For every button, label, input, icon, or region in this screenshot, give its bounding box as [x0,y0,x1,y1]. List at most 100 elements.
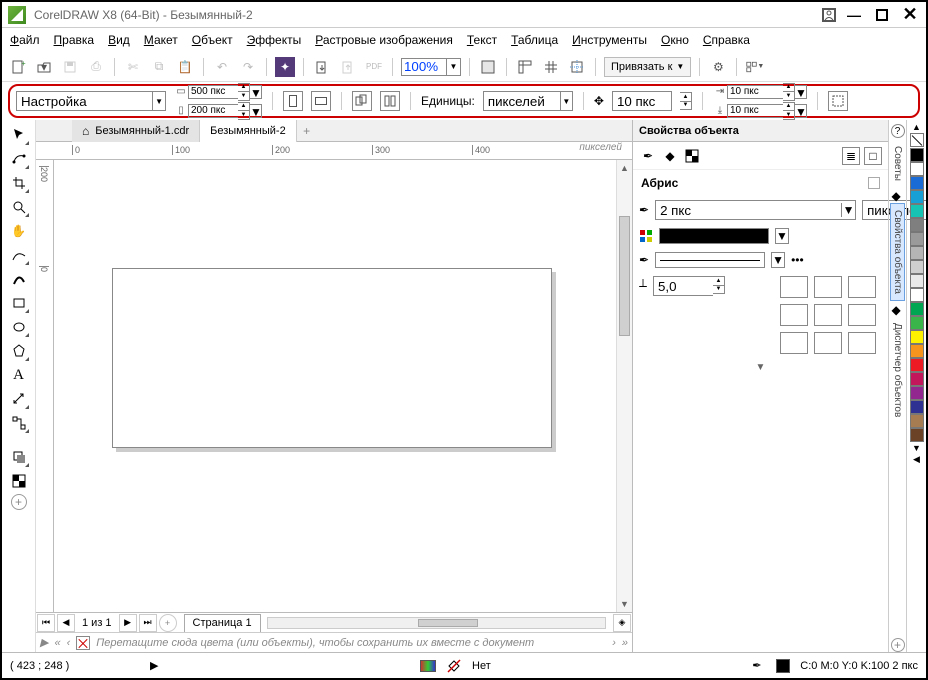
horizontal-scrollbar[interactable] [267,617,606,629]
portrait-button[interactable] [283,91,303,111]
menu-layout[interactable]: Макет [144,33,178,47]
add-page-button[interactable]: + [159,614,177,632]
drop-shadow-tool-icon[interactable] [8,446,30,468]
vertical-scrollbar[interactable]: ▲ ▼ [616,160,632,612]
snap-to-button[interactable]: Привязать к▼ [604,57,691,77]
object-manager-tab[interactable]: Диспетчер объектов [891,317,904,423]
nudge-spinner[interactable]: ▲▼ [680,92,692,110]
color-palette[interactable]: ▲ ▼ ◀ [906,120,926,652]
outline-width-input[interactable] [656,201,841,219]
units-input[interactable] [484,92,560,110]
menu-view[interactable]: Вид [108,33,130,47]
connector-tool-icon[interactable] [8,412,30,434]
color-swatch[interactable] [910,330,924,344]
outline-color-dropdown[interactable]: ▼ [775,228,789,244]
add-tab-button[interactable]: + [297,122,317,140]
outline-indicator-icon[interactable]: ✒ [752,659,766,673]
document-palette[interactable]: ▶«‹ Перетащите сюда цвета (или объекты),… [36,632,632,652]
tab-mode-icon[interactable]: □ [864,147,882,165]
cap-square-button[interactable] [848,304,876,326]
first-page-button[interactable]: ⏮ [37,614,55,632]
doc-tab-2[interactable]: Безымянный-2 [200,120,297,142]
color-proof-icon[interactable] [420,660,436,672]
nav-zoom-button[interactable]: ◈ [613,614,631,632]
outline-section-title[interactable]: Абрис [633,170,888,196]
dup-x-field[interactable]: 10 пкс [727,85,783,99]
status-flyout-icon[interactable]: ▶ [150,659,158,672]
color-swatch[interactable] [910,204,924,218]
pick-tool-icon[interactable] [8,124,30,146]
color-swatch[interactable] [910,316,924,330]
outline-style-dropdown[interactable]: ▼ [771,252,785,268]
artistic-media-tool-icon[interactable] [8,268,30,290]
cut-icon[interactable]: ✄ [123,57,143,77]
menu-help[interactable]: Справка [703,33,750,47]
corner-bevel-button[interactable] [848,276,876,298]
color-swatch[interactable] [910,372,924,386]
no-color-swatch[interactable] [76,636,90,650]
text-tool-icon[interactable]: A [8,364,30,386]
current-page-button[interactable] [380,91,400,111]
color-swatch[interactable] [910,358,924,372]
shape-tool-icon[interactable] [8,148,30,170]
outline-color-indicator[interactable] [776,659,790,673]
pos-center-button[interactable] [814,332,842,354]
cap-butt-button[interactable] [780,304,808,326]
drawing-canvas[interactable] [54,160,616,612]
page-width-spinner[interactable]: ▲▼ [238,83,250,101]
all-pages-button[interactable] [352,91,372,111]
last-page-button[interactable]: ⏭ [139,614,157,632]
print-icon[interactable]: ⎙ [86,57,106,77]
outline-width-combo[interactable]: ▼ [655,200,856,220]
user-account-icon[interactable] [822,8,836,22]
menu-object[interactable]: Объект [192,33,233,47]
close-button[interactable]: ✕ [900,6,920,24]
quick-customize-icon[interactable]: + [11,494,27,510]
corner-round-button[interactable] [814,276,842,298]
show-guides-icon[interactable] [567,57,587,77]
page-height-spinner[interactable]: ▲▼ [238,102,250,120]
ellipse-tool-icon[interactable] [8,316,30,338]
hints-tab[interactable]: Советы [891,140,904,187]
miter-limit-field[interactable] [653,276,713,296]
nudge-field[interactable] [612,91,672,111]
publish-pdf-icon[interactable]: PDF [364,57,384,77]
outline-style-combo[interactable] [655,252,765,268]
menu-bitmaps[interactable]: Растровые изображения [315,33,453,47]
scroll-mode-icon[interactable]: ≣ [842,147,860,165]
palette-flyout-icon[interactable]: ◀ [913,454,920,465]
color-swatch[interactable] [910,176,924,190]
next-page-button[interactable]: ▶ [119,614,137,632]
object-properties-tab[interactable]: Свойства объекта [890,203,905,301]
freehand-tool-icon[interactable] [8,244,30,266]
options-icon[interactable]: ⚙ [708,57,728,77]
app-launcher-icon[interactable]: ▼ [745,57,765,77]
pan-tool-icon[interactable]: ✋ [8,220,30,242]
units-combo[interactable]: ▼ [483,91,573,111]
color-swatch[interactable] [910,232,924,246]
color-swatch[interactable] [910,148,924,162]
color-swatch[interactable] [910,414,924,428]
redo-icon[interactable]: ↷ [238,57,258,77]
palette-down-icon[interactable]: ▼ [912,443,921,453]
zoom-input[interactable] [401,58,447,76]
new-doc-icon[interactable]: + [8,57,28,77]
menu-window[interactable]: Окно [661,33,689,47]
paste-icon[interactable]: 📋 [175,57,195,77]
polygon-tool-icon[interactable] [8,340,30,362]
vertical-ruler[interactable]: 0 200 [36,160,54,612]
outline-tab-icon[interactable]: ✒ [639,147,657,165]
nudge-input[interactable] [613,92,671,110]
color-swatch[interactable] [910,218,924,232]
zoom-combo[interactable]: ▼ [401,58,461,76]
transparency-tool-icon[interactable] [8,470,30,492]
import-icon[interactable] [312,57,332,77]
menu-edit[interactable]: Правка [54,33,95,47]
doc-tab-1[interactable]: ⌂Безымянный-1.cdr [72,120,200,142]
cap-round-button[interactable] [814,304,842,326]
dup-y-field[interactable]: 10 пкс [727,104,783,118]
menu-effects[interactable]: Эффекты [247,33,302,47]
maximize-button[interactable] [872,6,892,24]
color-swatch[interactable] [910,386,924,400]
page-width-field[interactable]: 500 пкс [188,85,238,99]
